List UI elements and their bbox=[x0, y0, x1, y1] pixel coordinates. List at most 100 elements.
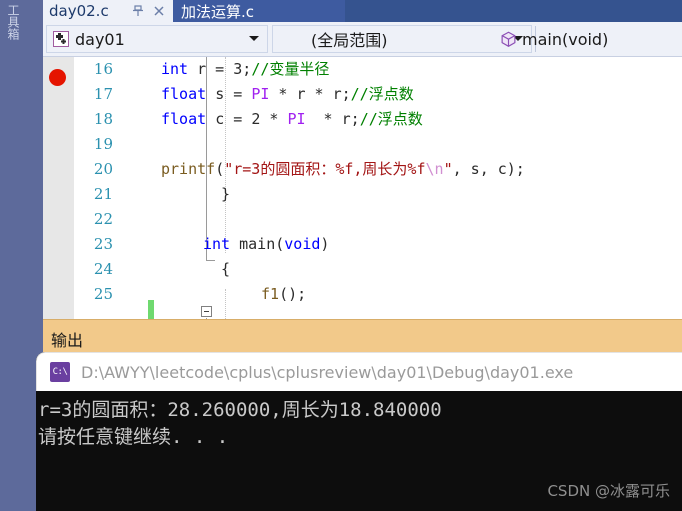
code-token: 3 bbox=[233, 60, 243, 78]
line-number: 23 bbox=[93, 235, 113, 253]
code-token: //变量半径 bbox=[251, 60, 330, 78]
code-line-list: 16 int r = 3;//变量半径 17 float s = PI * r * r… bbox=[43, 57, 682, 319]
csdn-watermark: CSDN @冰露可乐 bbox=[547, 482, 670, 500]
code-text: } bbox=[221, 182, 230, 207]
code-token: "r=3的圆面积：%f,周长为%f bbox=[224, 160, 426, 178]
pin-icon[interactable] bbox=[131, 4, 145, 18]
tab-day02-c-label: day02.c bbox=[49, 2, 109, 20]
project-combo-label: day01 bbox=[75, 29, 125, 49]
code-text: f1(); bbox=[261, 282, 306, 307]
code-token: * bbox=[305, 85, 333, 103]
code-token: r bbox=[296, 85, 306, 103]
code-token: c bbox=[497, 160, 507, 178]
scope-combo-label: (全局范围) bbox=[311, 31, 388, 50]
navigation-bar: day01 (全局范围) main(void) bbox=[43, 22, 682, 57]
console-window[interactable]: C:\ D:\AWYY\leetcode\cplus\cplusreview\d… bbox=[36, 352, 682, 511]
code-token: = bbox=[206, 60, 234, 78]
console-path-label: D:\AWYY\leetcode\cplus\cplusreview\day01… bbox=[81, 362, 574, 382]
line-number: 21 bbox=[93, 185, 113, 203]
line-number: 17 bbox=[93, 85, 113, 103]
code-line[interactable]: 16 int r = 3;//变量半径 bbox=[43, 57, 682, 82]
code-token: void bbox=[284, 235, 321, 253]
code-token: ; bbox=[341, 85, 351, 103]
code-token: float bbox=[161, 85, 207, 103]
code-text: int main(void) bbox=[203, 232, 329, 257]
line-number: 19 bbox=[93, 135, 113, 153]
console-titlebar[interactable]: C:\ D:\AWYY\leetcode\cplus\cplusreview\d… bbox=[36, 352, 682, 391]
close-icon[interactable] bbox=[151, 3, 166, 18]
code-token: ( bbox=[215, 160, 225, 178]
chevron-down-icon[interactable] bbox=[249, 36, 259, 41]
code-line[interactable]: 21} bbox=[43, 182, 682, 207]
code-token: * bbox=[305, 110, 342, 128]
code-line[interactable]: 17 float s = PI * r * r;//浮点数 bbox=[43, 82, 682, 107]
console-icon-label: C:\ bbox=[52, 367, 68, 377]
code-token: ); bbox=[506, 160, 525, 178]
scope-combo[interactable]: (全局范围) bbox=[272, 25, 532, 53]
member-combo[interactable]: main(void) bbox=[494, 25, 682, 53]
code-token: main bbox=[239, 235, 276, 253]
line-number: 25 bbox=[93, 285, 113, 303]
code-token: f1 bbox=[261, 285, 280, 303]
code-token: " bbox=[443, 160, 453, 178]
code-token: } bbox=[221, 185, 231, 203]
code-token: s bbox=[215, 85, 225, 103]
code-token: r bbox=[332, 85, 342, 103]
code-token: ; bbox=[350, 110, 360, 128]
code-line[interactable]: 23 int main(void) bbox=[43, 232, 682, 257]
code-text: int r = 3;//变量半径 bbox=[161, 57, 329, 82]
line-number: 16 bbox=[93, 60, 113, 78]
console-output-line: r=3的圆面积：28.260000,周长为18.840000 bbox=[38, 399, 442, 421]
visual-studio-window: 工具箱 day02.c 加法运算.c day01 (全局范围) main(voi… bbox=[0, 0, 682, 511]
code-token: PI bbox=[287, 110, 306, 128]
code-token: ; bbox=[242, 60, 252, 78]
line-number: 24 bbox=[93, 260, 113, 278]
code-token: printf bbox=[161, 160, 216, 178]
code-token: 2 bbox=[251, 110, 261, 128]
code-token: c bbox=[215, 110, 225, 128]
code-token: = bbox=[224, 110, 252, 128]
code-line[interactable]: 22 bbox=[43, 207, 682, 232]
code-token: //浮点数 bbox=[359, 110, 423, 128]
method-cube-icon bbox=[498, 30, 518, 48]
code-token: = bbox=[224, 85, 252, 103]
code-text: float c = 2 * PI * r;//浮点数 bbox=[161, 107, 423, 132]
output-pane[interactable]: 输出 bbox=[43, 319, 682, 355]
code-text: { bbox=[221, 257, 230, 282]
code-token: , bbox=[479, 160, 498, 178]
code-editor[interactable]: 16 int r = 3;//变量半径 17 float s = PI * r * r… bbox=[43, 57, 682, 319]
code-line[interactable]: 20 printf("r=3的圆面积：%f,周长为%f\n", s, c); bbox=[43, 157, 682, 182]
project-icon bbox=[51, 30, 71, 48]
tabstrip-empty-area bbox=[345, 0, 682, 22]
member-combo-label: main(void) bbox=[522, 29, 609, 49]
tab-jiafayunsuan-c-label: 加法运算.c bbox=[181, 2, 255, 21]
console-output-line: 请按任意键继续. . . bbox=[38, 426, 229, 448]
code-line[interactable]: 24 { bbox=[43, 257, 682, 282]
code-token: { bbox=[221, 260, 231, 278]
code-text: float s = PI * r * r;//浮点数 bbox=[161, 82, 414, 107]
output-pane-title: 输出 bbox=[51, 331, 84, 350]
tab-jiafayunsuan-c[interactable]: 加法运算.c bbox=[173, 0, 345, 22]
project-combo[interactable]: day01 bbox=[46, 25, 268, 53]
code-line[interactable]: 25 f1(); bbox=[43, 282, 682, 307]
code-token: (); bbox=[279, 285, 307, 303]
code-line[interactable]: 18 float c = 2 * PI * r;//浮点数 bbox=[43, 107, 682, 132]
line-number: 20 bbox=[93, 160, 113, 178]
code-token: //浮点数 bbox=[350, 85, 414, 103]
code-token: * bbox=[260, 110, 288, 128]
code-token: \n bbox=[425, 160, 444, 178]
code-token: float bbox=[161, 110, 207, 128]
code-token: ( bbox=[275, 235, 285, 253]
code-token: r bbox=[341, 110, 351, 128]
line-number: 18 bbox=[93, 110, 113, 128]
console-app-icon: C:\ bbox=[50, 362, 70, 382]
code-token: , bbox=[452, 160, 471, 178]
code-line[interactable]: 19 bbox=[43, 132, 682, 157]
code-text: printf("r=3的圆面积：%f,周长为%f\n", s, c); bbox=[161, 157, 525, 182]
toolbox-strip[interactable]: 工具箱 bbox=[0, 0, 22, 511]
code-token: PI bbox=[251, 85, 270, 103]
code-token: int bbox=[161, 60, 189, 78]
